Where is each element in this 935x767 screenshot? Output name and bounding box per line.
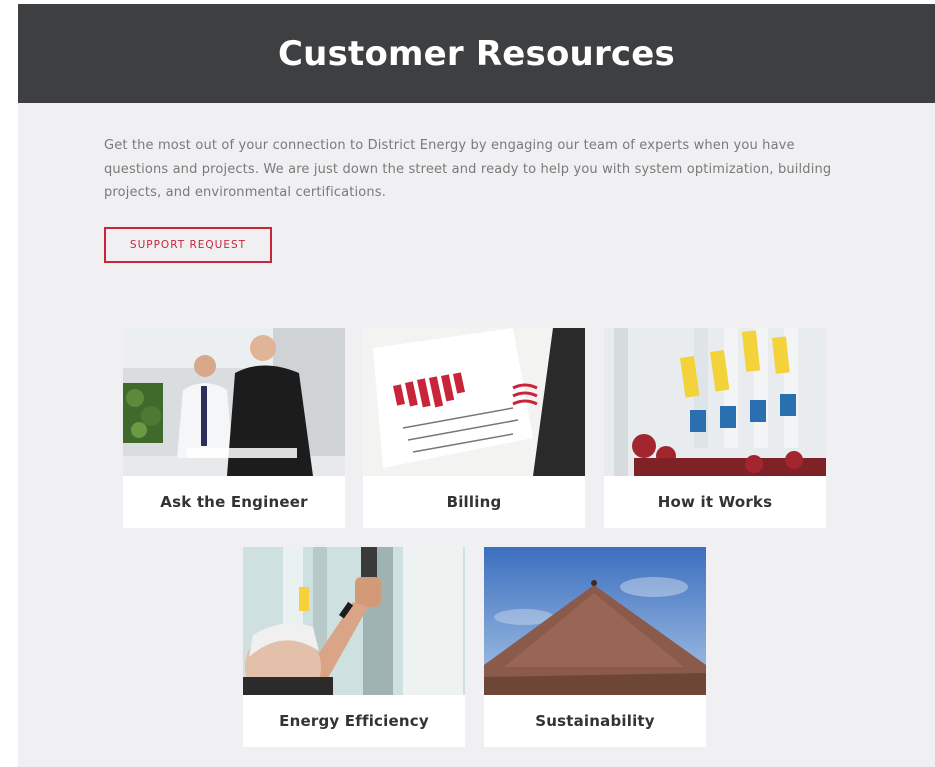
intro-paragraph: Get the most out of your connection to D… [104,138,832,200]
support-request-button[interactable]: SUPPORT REQUEST [104,227,272,263]
card-energy-efficiency[interactable]: Energy Efficiency [243,547,465,747]
how-it-works-photo [604,328,826,476]
sustainability-photo [484,547,706,695]
billing-photo [363,328,585,476]
ask-the-engineer-photo [123,328,345,476]
card-label: Ask the Engineer [160,493,308,511]
card-how-it-works[interactable]: How it Works [604,328,826,528]
card-ask-the-engineer[interactable]: Ask the Engineer [123,328,345,528]
card-billing[interactable]: Billing [363,328,585,528]
card-label: Billing [446,493,502,511]
page-header: Customer Resources [18,4,935,103]
card-label: Sustainability [535,712,655,730]
page-frame: Customer Resources Get the most out of y… [18,4,935,767]
card-label: How it Works [657,493,773,511]
energy-efficiency-photo [243,547,465,695]
card-sustainability[interactable]: Sustainability [484,547,706,747]
page-title: Customer Resources [278,33,675,74]
card-label: Energy Efficiency [279,712,429,730]
